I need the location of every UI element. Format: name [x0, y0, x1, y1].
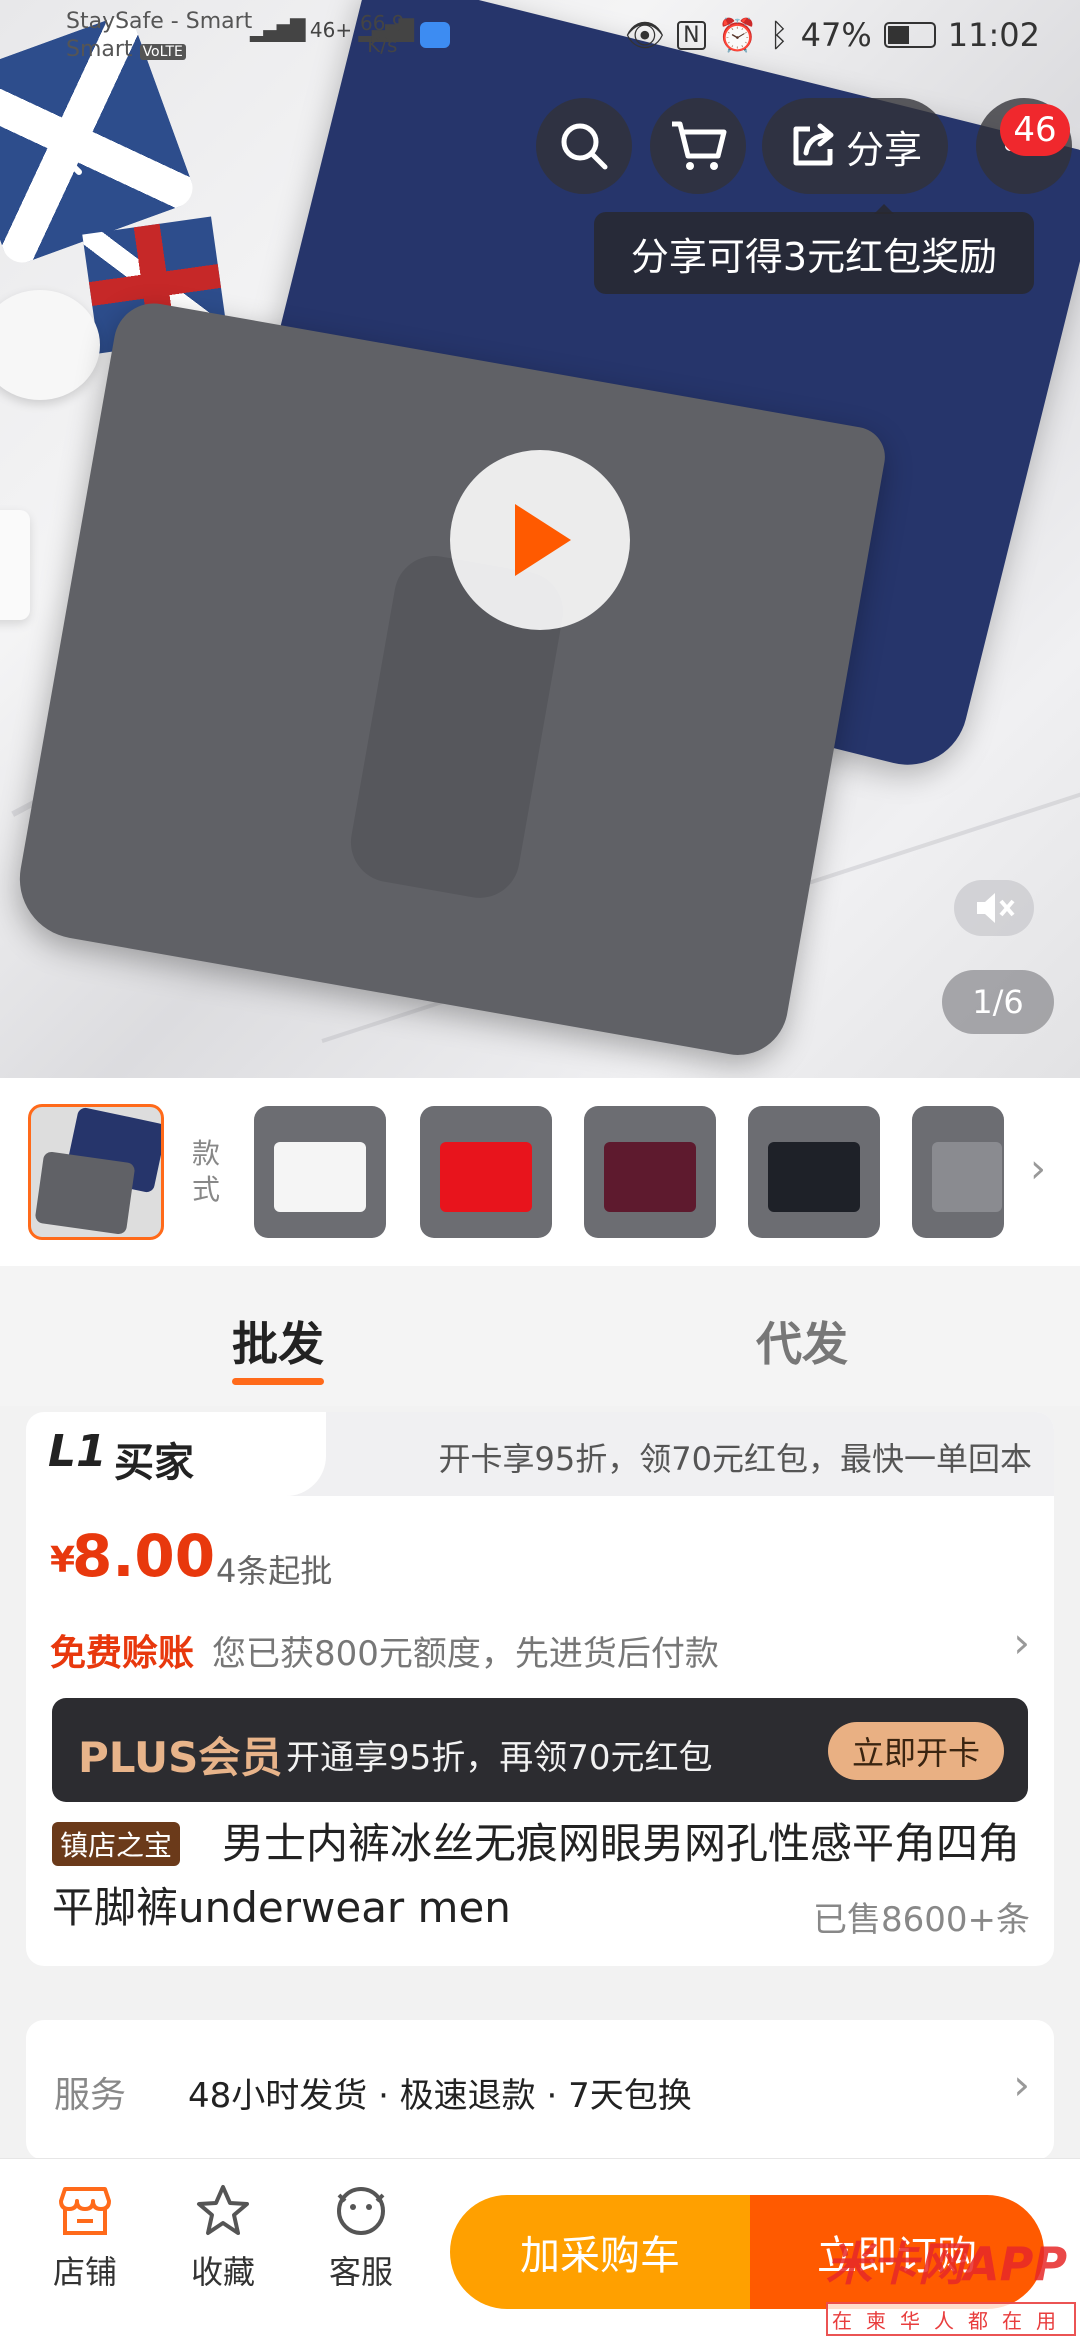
style-swatch[interactable] — [912, 1106, 1004, 1238]
thumbnail-selected[interactable] — [28, 1104, 164, 1240]
search-icon — [561, 123, 608, 170]
notification-badge: 46 — [1000, 104, 1070, 156]
back-arrow-icon — [52, 121, 82, 175]
cart-button[interactable] — [650, 98, 746, 194]
network-type: 46+ — [309, 18, 353, 42]
share-label: 分享 — [845, 127, 922, 172]
tab-wholesale[interactable]: 批发 — [232, 1308, 324, 1374]
chevron-right-icon: › — [1013, 1618, 1030, 1667]
net-speed: 66.9 K/s — [360, 12, 405, 56]
style-thumbnails: 款式 › — [0, 1078, 1080, 1266]
watermark-tagline: 在柬华人都在用 — [826, 2302, 1076, 2336]
customer-service-button[interactable]: 客服 — [306, 2183, 416, 2293]
shop-label: 店铺 — [52, 2253, 117, 2291]
shop-icon — [59, 2187, 111, 2235]
battery-icon — [883, 22, 936, 48]
share-tooltip: 分享可得3元红包奖励 — [594, 204, 1034, 294]
style-swatch[interactable] — [254, 1106, 386, 1238]
nfc-icon: N — [677, 20, 706, 50]
style-swatch[interactable] — [748, 1106, 880, 1238]
cup-prop — [0, 290, 100, 400]
product-media[interactable]: StaySafe - Smart Smart VoLTE ▂▄▆█ 46+ ▂▄… — [0, 0, 1080, 1078]
clock: 11:02 — [947, 16, 1040, 54]
open-card-button[interactable]: 立即开卡 — [828, 1722, 1004, 1780]
watermark-logo: 米卡网APP — [826, 2237, 1068, 2291]
sold-count: 已售8600+条 — [812, 1900, 1030, 1940]
credit-label: 免费赊账 — [50, 1633, 195, 1674]
l1-badge-area: L1 买家 — [26, 1412, 326, 1496]
status-icons: 👁 N ⏰ ᛒ 47% 11:02 — [625, 16, 1040, 54]
top-seller-badge: 镇店之宝 — [52, 1822, 181, 1866]
chevron-right-icon[interactable]: › — [1030, 1146, 1046, 1192]
favorite-label: 收藏 — [190, 2253, 255, 2291]
share-icon — [793, 123, 834, 166]
speaker-muted-icon — [977, 893, 1015, 923]
net-speed-unit: K/s — [367, 33, 398, 57]
shop-button[interactable]: 店铺 — [30, 2183, 140, 2293]
product-grey-briefs — [10, 297, 890, 1063]
l1-tag: L1 — [48, 1426, 107, 1477]
service-label: 客服 — [328, 2253, 393, 2291]
l1-promo-text: 开卡享95折，领70元红包，最快一单回本 — [438, 1440, 1032, 1478]
active-tab-indicator — [232, 1378, 324, 1385]
plus-description: 开通享95折，再领70元红包 — [286, 1738, 713, 1778]
eye-icon: 👁 — [624, 16, 666, 54]
tab-dropship[interactable]: 代发 — [756, 1308, 848, 1374]
net-speed-value: 66.9 — [360, 11, 405, 35]
carrier-name: StaySafe - Smart — [66, 9, 253, 34]
volte-badge: VoLTE — [139, 44, 186, 60]
buyer-label: 买家 — [114, 1440, 194, 1486]
style-swatch[interactable] — [584, 1106, 716, 1238]
search-button[interactable] — [536, 98, 632, 194]
share-button[interactable]: 分享 — [762, 98, 948, 194]
cup-prop — [0, 510, 30, 620]
play-video-button[interactable] — [450, 450, 630, 630]
service-label: 服务 — [54, 2075, 127, 2116]
carrier-info: StaySafe - Smart Smart VoLTE — [66, 8, 252, 66]
chevron-right-icon: › — [1013, 2060, 1030, 2109]
plus-title: PLUS会员 — [78, 1733, 283, 1782]
battery-percent: 47% — [800, 16, 872, 54]
cloud-icon — [420, 22, 450, 48]
cart-icon — [672, 121, 727, 170]
style-swatch[interactable] — [420, 1106, 552, 1238]
mute-button[interactable] — [954, 880, 1034, 936]
back-button[interactable] — [20, 100, 116, 196]
alarm-icon: ⏰ — [717, 16, 758, 54]
purchase-mode-tabs: 批发 代发 — [0, 1266, 1080, 1406]
min-order-quantity: 4条起批 — [216, 1552, 333, 1590]
play-icon — [515, 504, 571, 576]
service-text: 48小时发货 · 极速退款 · 7天包换 — [188, 2076, 692, 2116]
star-icon — [197, 2185, 249, 2235]
membership-banner[interactable]: L1 买家 开卡享95折，领70元红包，最快一单回本 — [26, 1412, 1054, 1496]
add-to-cart-button[interactable]: 加采购车 — [450, 2195, 750, 2309]
service-row[interactable]: 服务 48小时发货 · 极速退款 · 7天包换 › — [26, 2020, 1054, 2160]
bluetooth-icon: ᛒ — [769, 16, 789, 54]
product-info-card: L1 买家 开卡享95折，领70元红包，最快一单回本 ¥ 8.00 4条起批 免… — [26, 1412, 1054, 1966]
style-label: 款式 — [192, 1137, 221, 1206]
price: 8.00 — [72, 1522, 216, 1590]
favorite-button[interactable]: 收藏 — [168, 2183, 278, 2293]
credit-description: 您已获800元额度，先进货后付款 — [212, 1634, 719, 1674]
gallery-page-indicator: 1/6 — [942, 970, 1054, 1034]
plus-membership-bar[interactable]: PLUS会员 开通享95折，再领70元红包 立即开卡 — [52, 1698, 1028, 1802]
status-bar: StaySafe - Smart Smart VoLTE ▂▄▆█ 46+ ▂▄… — [0, 0, 1080, 80]
carrier-name-2: Smart — [66, 37, 133, 62]
chat-face-icon — [337, 2187, 385, 2235]
